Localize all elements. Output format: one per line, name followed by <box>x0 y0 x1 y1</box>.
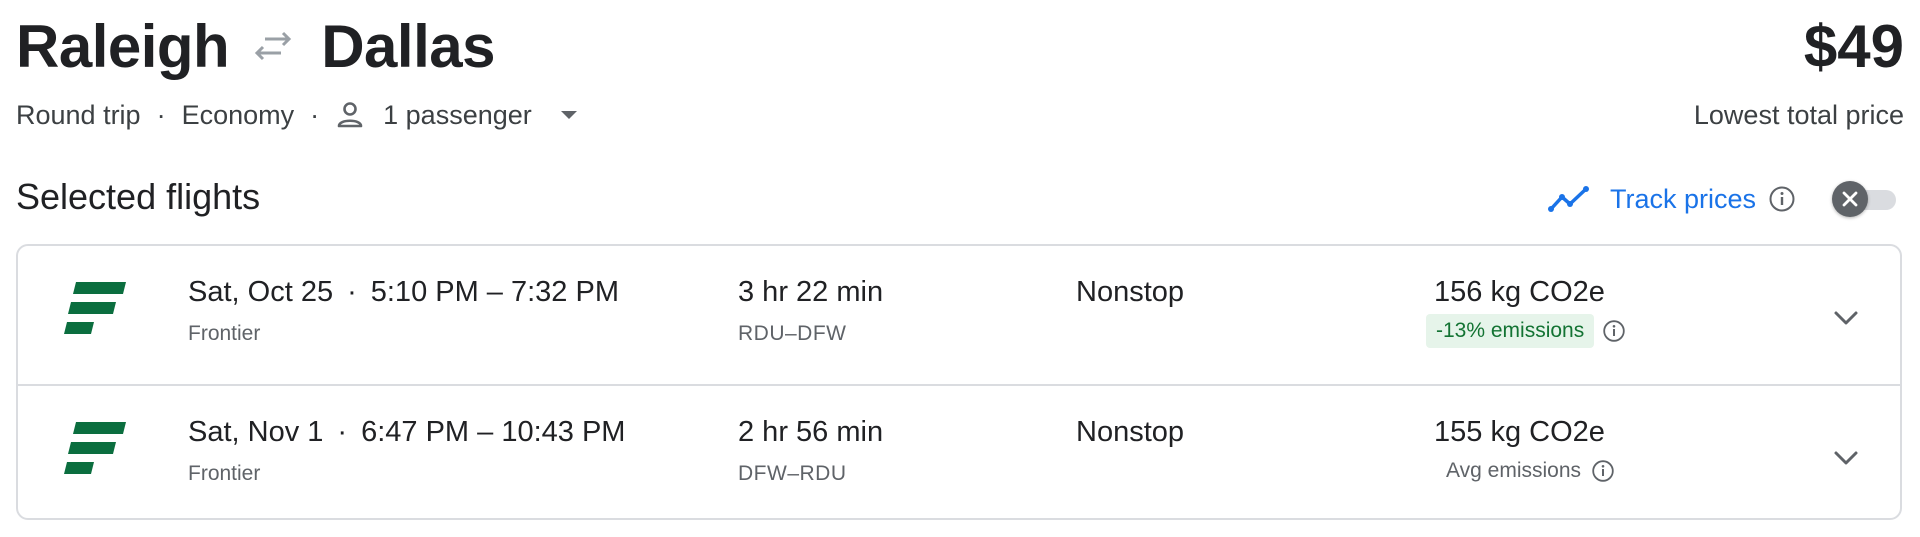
flight-row-return[interactable]: Sat, Nov 1 · 6:47 PM – 10:43 PM Frontier 2… <box>18 384 1900 518</box>
separator-dot: · <box>337 416 348 448</box>
separator-dot: · <box>310 99 320 130</box>
airline-name: Frontier <box>188 462 261 485</box>
flight-times: Sat, Oct 25 · 5:10 PM – 7:32 PM <box>188 276 619 309</box>
price-caption: Lowest total price <box>1693 100 1904 130</box>
passenger-count: 1 passenger <box>383 99 532 130</box>
passenger-selector[interactable]: 1 passenger <box>335 100 580 131</box>
flight-duration: 2 hr 56 min <box>738 416 884 448</box>
stops: Nonstop <box>1076 416 1185 448</box>
frontier-logo <box>64 282 126 340</box>
chevron-down-icon[interactable] <box>1826 438 1866 478</box>
info-icon[interactable] <box>1602 319 1626 343</box>
airport-codes: RDU–DFW <box>738 322 847 345</box>
trip-type: Round trip <box>16 99 141 130</box>
info-icon[interactable] <box>1768 185 1796 213</box>
track-prices: Track prices <box>1547 176 1900 222</box>
trend-line-icon <box>1547 185 1592 213</box>
emissions-badge: -13% emissions <box>1426 314 1595 348</box>
origin-city: Raleigh <box>16 12 230 80</box>
flights-card: Sat, Oct 25 · 5:10 PM – 7:32 PM Frontier 3… <box>16 244 1902 520</box>
co2-amount: 155 kg CO2e <box>1434 416 1605 448</box>
separator-dot: · <box>156 99 166 130</box>
flight-date: Sat, Oct 25 <box>188 276 334 308</box>
emissions-info: Avg emissions <box>1446 454 1615 488</box>
cabin-class: Economy <box>181 99 295 130</box>
time-range: 6:47 PM – 10:43 PM <box>361 416 626 448</box>
flight-duration: 3 hr 22 min <box>738 276 884 308</box>
info-icon[interactable] <box>1591 459 1615 483</box>
track-prices-toggle[interactable] <box>1832 181 1900 217</box>
trip-options: Round trip · Economy · 1 passenger <box>16 96 580 134</box>
chevron-down-icon[interactable] <box>1826 298 1866 338</box>
flight-times: Sat, Nov 1 · 6:47 PM – 10:43 PM <box>188 416 625 449</box>
emissions-info: -13% emissions <box>1426 314 1626 348</box>
destination-city: Dallas <box>321 12 495 80</box>
track-prices-link[interactable]: Track prices <box>1610 184 1756 215</box>
separator-dot: · <box>347 276 357 308</box>
section-title: Selected flights <box>16 176 261 217</box>
swap-arrows-icon <box>251 31 295 61</box>
flight-row-outbound[interactable]: Sat, Oct 25 · 5:10 PM – 7:32 PM Frontier 3… <box>18 246 1900 384</box>
flight-date: Sat, Nov 1 <box>188 416 324 448</box>
person-icon <box>335 100 365 130</box>
total-price: $49 <box>1803 12 1904 80</box>
airport-codes: DFW–RDU <box>738 462 847 485</box>
co2-amount: 156 kg CO2e <box>1434 276 1605 308</box>
route-title: Raleigh Dallas <box>16 6 495 86</box>
emissions-label: Avg emissions <box>1446 459 1582 482</box>
close-icon <box>1832 181 1868 217</box>
time-range: 5:10 PM – 7:32 PM <box>370 276 619 308</box>
airline-name: Frontier <box>188 322 261 345</box>
caret-down-icon <box>558 108 580 122</box>
stops: Nonstop <box>1076 276 1185 308</box>
frontier-logo <box>64 422 126 480</box>
